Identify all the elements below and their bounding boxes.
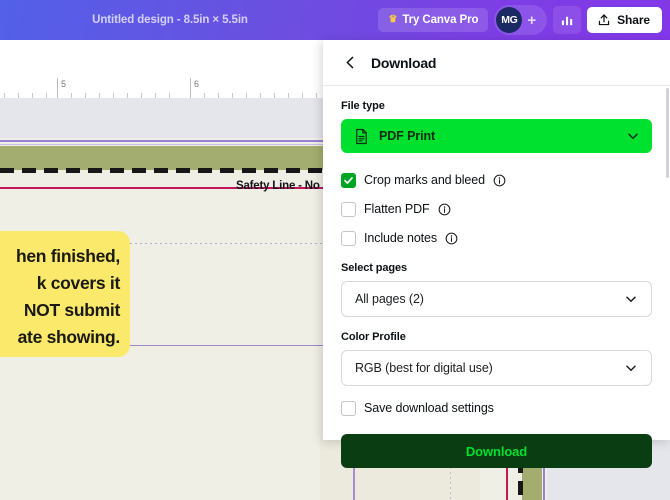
flatten-pdf-label: Flatten PDF [364,202,430,216]
include-notes-checkbox[interactable] [341,230,356,246]
upload-icon [598,14,610,26]
flatten-pdf-checkbox[interactable] [341,201,356,217]
chevron-down-icon [626,296,636,303]
download-panel-body: File type PDF Print Crop marks and bleed… [323,86,670,468]
back-button[interactable] [341,54,359,72]
sticky-note-line: hen finished, [15,246,120,266]
crop-marks-checkbox[interactable] [341,172,356,188]
sticky-note-line: NOT submit [23,300,120,320]
crop-marks-checkbox-row[interactable]: Crop marks and bleed [341,167,652,193]
save-download-settings-row[interactable]: Save download settings [341,395,652,421]
panel-title: Download [371,54,437,71]
chevron-left-icon [346,56,353,69]
file-type-value: PDF Print [379,129,436,143]
editor-top-bar: Untitled design - 8.5in × 5.5in ♛ Try Ca… [0,0,670,40]
sticky-note[interactable]: hen finished, k covers it NOT submit ate… [0,231,130,357]
insights-button[interactable] [553,6,582,34]
avatar[interactable]: MG [496,7,523,33]
panel-scrollbar[interactable] [666,88,669,178]
ruler-tick-label: 6 [194,79,200,89]
document-icon [356,128,367,144]
color-profile-value: RGB (best for digital use) [355,361,493,375]
safety-line-label: Safety Line - No [236,180,320,192]
save-download-settings-checkbox[interactable] [341,400,356,416]
file-type-label: File type [341,100,385,112]
top-bar-actions: ♛ Try Canva Pro MG + Share [378,5,662,35]
download-panel: Download File type PDF Print Crop marks … [323,40,670,468]
crop-marks-label: Crop marks and bleed [364,173,485,187]
chevron-down-icon [626,365,636,372]
add-collaborator-button[interactable]: + [524,13,539,28]
sticky-note-line: ate showing. [17,327,121,347]
try-canva-pro-button[interactable]: ♛ Try Canva Pro [378,8,489,32]
download-panel-header: Download [323,40,670,86]
ruler-tick-label: 5 [61,79,67,89]
file-type-select[interactable]: PDF Print [341,119,652,153]
bar-chart-icon [561,16,572,25]
select-pages-dropdown[interactable]: All pages (2) [341,281,652,317]
info-icon[interactable] [438,203,451,216]
select-pages-label: Select pages [341,262,408,274]
flatten-pdf-checkbox-row[interactable]: Flatten PDF [341,196,652,222]
share-label: Share [617,13,650,27]
sticky-note-line: k covers it [36,273,121,293]
select-pages-value: All pages (2) [355,292,424,306]
canva-editor-window: 5 6 Safety Line - No hen finished, k cov… [0,0,670,500]
info-icon[interactable] [493,174,506,187]
download-button-label: Download [465,443,528,459]
crown-icon: ♛ [388,14,398,25]
info-icon[interactable] [445,232,458,245]
chevron-down-icon [628,133,638,140]
color-profile-label: Color Profile [341,331,406,343]
save-download-settings-label: Save download settings [364,401,494,415]
color-profile-dropdown[interactable]: RGB (best for digital use) [341,350,652,386]
try-canva-pro-label: Try Canva Pro [402,14,479,26]
download-button[interactable]: Download [341,434,652,468]
include-notes-checkbox-row[interactable]: Include notes [341,225,652,251]
collaborators-group: MG + [494,5,548,35]
share-button[interactable]: Share [587,7,662,33]
check-icon [344,176,353,184]
include-notes-label: Include notes [364,231,438,245]
